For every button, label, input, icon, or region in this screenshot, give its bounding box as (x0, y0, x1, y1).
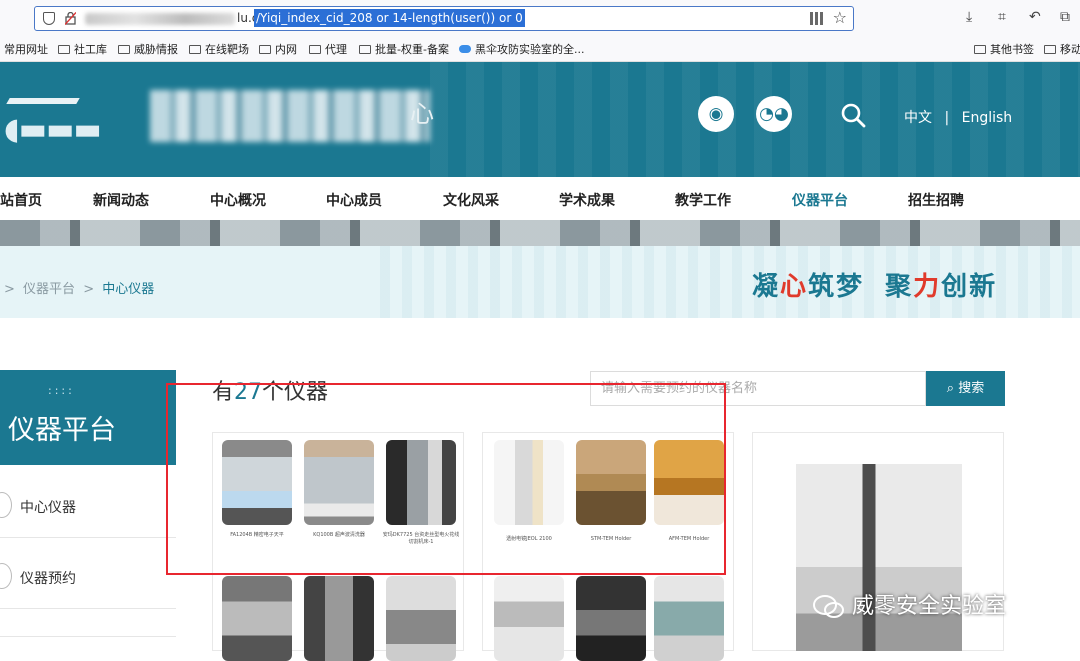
bookmark-folder[interactable]: 其他书签 (974, 41, 1034, 57)
nav-instruments[interactable]: 仪器平台 (792, 190, 848, 210)
nav-members[interactable]: 中心成员 (326, 190, 382, 210)
sidebar-item-label: 中心仪器 (20, 500, 76, 516)
search-icon: ⌕ (946, 381, 955, 396)
insecure-lock-icon[interactable] (65, 12, 76, 25)
folder-icon (974, 45, 986, 54)
wechat-icon[interactable]: ◔◕ (756, 96, 792, 132)
sidebar-item-instruments[interactable]: 中心仪器 (0, 474, 176, 538)
nav-overview[interactable]: 中心概况 (210, 190, 266, 210)
main-nav: 站首页 新闻动态 中心概况 中心成员 文化风采 学术成果 教学工作 仪器平台 招… (0, 177, 1080, 220)
sidebar-dots: :::: (48, 384, 75, 397)
download-icon[interactable]: ⤓ (966, 9, 972, 25)
instrument-photo[interactable] (494, 576, 564, 661)
instrument-photo[interactable] (222, 576, 292, 661)
bookmark-folder[interactable]: 在线靶场 (189, 41, 249, 57)
address-bar[interactable]: lu.cn /Yiqi_index_cid_208 or 14-length(u… (34, 6, 854, 31)
breadcrumb: > 仪器平台 > 中心仪器 (4, 282, 155, 297)
cloud-icon (459, 45, 471, 53)
folder-icon (1044, 45, 1056, 54)
sidebar-title: 仪器平台 (8, 415, 116, 446)
redacted-site-name (150, 90, 430, 142)
bookmarks-bar: 常用网址 社工库 威胁情报 在线靶场 内网 代理 批量-权重-备案 黑伞攻防实验… (0, 38, 1080, 60)
instrument-photo[interactable] (576, 576, 646, 661)
search-button[interactable]: ⌕ 搜索 (926, 371, 1005, 406)
bookmark-folder[interactable]: 代理 (309, 41, 347, 57)
undo-icon[interactable]: ↶ (1029, 9, 1041, 25)
redacted-host (85, 13, 235, 25)
bookmark-star-icon[interactable]: ☆ (833, 8, 847, 27)
folder-icon (189, 45, 201, 54)
folder-icon (118, 45, 130, 54)
sidebar-item-label: 仪器预约 (20, 571, 76, 587)
bullet-icon (0, 563, 12, 589)
breadcrumb-current: 中心仪器 (102, 282, 155, 297)
instrument-photo[interactable] (304, 576, 374, 661)
lang-english[interactable]: English (962, 110, 1013, 126)
instrument-photo[interactable] (654, 576, 724, 661)
photo-strip (0, 220, 1080, 246)
breadcrumb-parent[interactable]: 仪器平台 (23, 282, 75, 297)
search-icon[interactable] (840, 102, 866, 128)
extension-icon[interactable]: ⧉ (1060, 9, 1070, 25)
site-name-tail: 心 (410, 100, 434, 128)
folder-icon (58, 45, 70, 54)
nav-research[interactable]: 学术成果 (559, 190, 615, 210)
bookmark-item[interactable]: 常用网址 (4, 41, 48, 57)
lang-chinese[interactable]: 中文 (904, 110, 932, 126)
nav-teaching[interactable]: 教学工作 (675, 190, 731, 210)
lang-separator: | (944, 110, 950, 126)
tracking-shield-icon[interactable] (43, 12, 55, 25)
url-path-selected[interactable]: /Yiqi_index_cid_208 or 14-length(user())… (254, 9, 525, 27)
wechat-watermark-icon (813, 595, 844, 618)
folder-icon (259, 45, 271, 54)
browser-chrome: lu.cn /Yiqi_index_cid_208 or 14-length(u… (0, 0, 1080, 62)
nav-culture[interactable]: 文化风采 (443, 190, 499, 210)
bookmark-folder[interactable]: 移动 (1044, 41, 1080, 57)
instrument-photo-large[interactable] (796, 464, 962, 651)
sidebar-item-next[interactable] (0, 636, 176, 651)
folder-icon (309, 45, 321, 54)
bookmark-folder[interactable]: 社工库 (58, 41, 107, 57)
sidebar-item-booking[interactable]: 仪器预约 (0, 545, 176, 609)
instrument-photo[interactable] (386, 576, 456, 661)
bookmark-item[interactable]: 黑伞攻防实验室的全... (459, 41, 585, 57)
watermark-text: 威零安全实验室 (852, 594, 1007, 619)
weibo-icon[interactable]: ◉ (698, 96, 734, 132)
folder-icon (359, 45, 371, 54)
highlight-box (166, 383, 726, 575)
qr-code-icon[interactable] (810, 12, 823, 25)
nav-home[interactable]: 站首页 (0, 190, 42, 210)
nav-news[interactable]: 新闻动态 (93, 190, 149, 210)
site-logo[interactable]: ◖▬▬▬ (0, 90, 150, 150)
bookmark-folder[interactable]: 批量-权重-备案 (359, 41, 449, 57)
language-switch: 中文 | English (904, 107, 1012, 127)
crop-icon[interactable]: ⌗ (998, 9, 1006, 25)
bullet-icon (0, 492, 12, 518)
slogan: 凝心筑梦 聚力创新 (752, 272, 998, 302)
nav-recruitment[interactable]: 招生招聘 (908, 190, 964, 210)
bookmark-folder[interactable]: 内网 (259, 41, 297, 57)
bookmark-folder[interactable]: 威胁情报 (118, 41, 178, 57)
